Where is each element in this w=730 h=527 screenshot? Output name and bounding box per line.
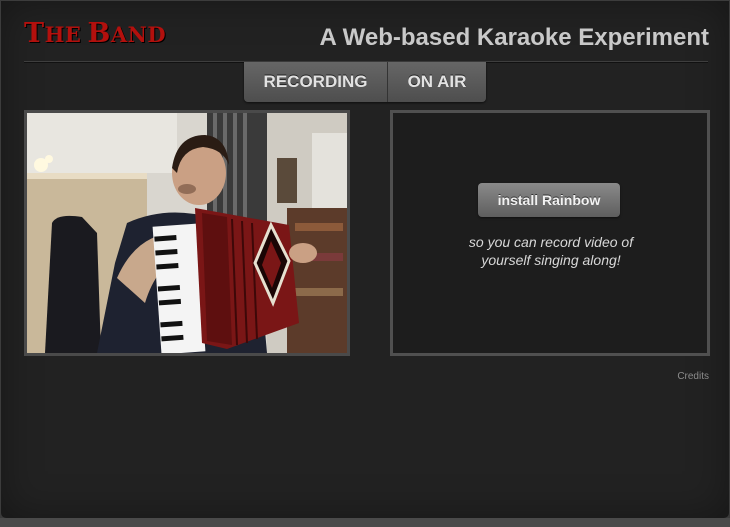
mode-tabs: RECORDING ON AIR: [244, 62, 486, 102]
install-rainbow-button[interactable]: install Rainbow: [478, 183, 620, 217]
record-note-line-1: so you can record video of: [468, 234, 634, 250]
record-instructions: so you can record video of yourself sing…: [413, 233, 689, 269]
page-tagline: A Web-based Karaoke Experiment: [319, 24, 709, 51]
brand-the: The: [24, 18, 82, 49]
tab-on-air[interactable]: ON AIR: [388, 62, 486, 102]
record-panel: install Rainbow so you can record video …: [390, 110, 710, 356]
site-logo[interactable]: The Band: [24, 18, 166, 49]
record-note-line-2: yourself singing along!: [481, 252, 621, 268]
credits-link[interactable]: Credits: [677, 371, 709, 382]
brand-band: Band: [87, 18, 167, 49]
band-video-player[interactable]: [24, 110, 350, 356]
window-bottom-edge: [0, 518, 730, 527]
tab-recording[interactable]: RECORDING: [244, 62, 388, 102]
accordion-player-video-frame: [27, 113, 347, 353]
